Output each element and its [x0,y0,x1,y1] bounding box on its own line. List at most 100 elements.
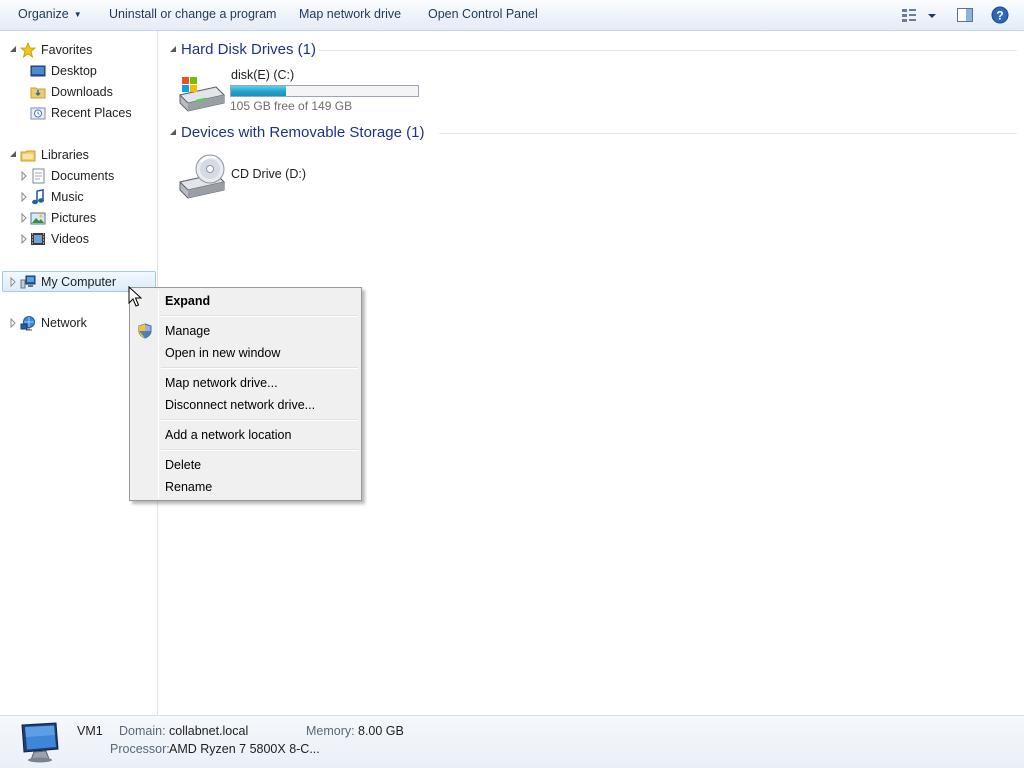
documents-icon [32,168,45,184]
svg-text:?: ? [996,9,1003,23]
recent-places-icon [30,107,46,120]
memory-label: Memory: [306,724,355,738]
nav-item-pictures[interactable]: Pictures [8,208,148,228]
nav-item-videos[interactable]: Videos [8,229,148,249]
music-note-icon [32,189,44,205]
menu-label-add-network-location: Add a network location [165,428,292,442]
menu-label-rename: Rename [165,480,213,494]
change-view-button[interactable] [901,6,939,24]
domain-value: collabnet.local [169,724,249,738]
nav-label-documents: Documents [51,169,115,183]
context-menu: Expand Manage Open in new window Map net… [129,287,362,501]
drive-c-capacity-fill [231,86,287,96]
libraries-label: Libraries [41,148,89,162]
nav-label-recent-places: Recent Places [51,106,132,120]
menu-label-manage: Manage [165,324,211,338]
drive-c-label: disk(E) (C:) [231,68,295,82]
processor-value: AMD Ryzen 7 5800X 8-C... [169,742,320,756]
menu-separator [161,367,358,369]
collapsed-arrow-icon [10,277,16,287]
nav-item-music[interactable]: Music [8,187,148,207]
nav-item-documents[interactable]: Documents [8,166,148,186]
menu-separator [161,315,358,317]
nav-item-desktop[interactable]: Desktop [8,61,148,81]
command-bar: Organize ▼ Uninstall or change a program … [0,0,1024,31]
uninstall-program-button[interactable]: Uninstall or change a program [109,7,276,21]
open-control-panel-button[interactable]: Open Control Panel [428,7,538,21]
nav-network[interactable]: Network [8,313,148,333]
collapsed-arrow-icon [10,318,16,328]
preview-pane-button[interactable] [956,6,974,24]
nav-libraries[interactable]: Libraries [8,145,148,165]
nav-label-videos: Videos [51,232,89,246]
computer-name: VM1 [77,724,103,738]
menu-item-expand[interactable]: Expand [132,290,359,312]
removable-storage-title: Devices with Removable Storage (1) [181,124,425,141]
nav-item-recent-places[interactable]: Recent Places [8,103,148,123]
cd-drive-icon [179,154,225,199]
network-icon [20,316,35,331]
help-button[interactable]: ? [991,6,1009,24]
nav-label-desktop: Desktop [51,64,97,78]
menu-separator [161,449,358,451]
expanded-arrow-icon [10,46,16,52]
expanded-arrow-icon [10,151,16,157]
view-options-icon [902,9,936,22]
collapsed-arrow-icon [21,213,27,223]
nav-label-pictures: Pictures [51,211,97,225]
domain-label: Domain: [119,724,166,738]
details-pane: VM1 Domain: collabnet.local Memory: 8.00… [0,715,1024,768]
menu-item-manage[interactable]: Manage [132,320,359,342]
menu-item-add-network-location[interactable]: Add a network location [132,424,359,446]
drive-c-free-space: 105 GB free of 149 GB [230,99,353,113]
desktop-icon [30,65,46,77]
menu-item-open-new-window[interactable]: Open in new window [132,342,359,364]
expanded-arrow-icon [170,129,176,135]
computer-icon [20,275,36,289]
menu-label-disconnect-network-drive: Disconnect network drive... [165,398,316,412]
organize-label: Organize [18,7,69,21]
menu-item-rename[interactable]: Rename [132,476,359,498]
group-header-hard-disk-drives[interactable]: Hard Disk Drives (1) [167,40,1017,60]
videos-film-icon [31,233,45,245]
pictures-icon [30,212,46,225]
menu-item-map-network-drive[interactable]: Map network drive... [132,372,359,394]
downloads-folder-icon [30,87,46,99]
nav-item-downloads[interactable]: Downloads [8,82,148,102]
map-network-drive-button[interactable]: Map network drive [299,7,401,21]
computer-monitor-icon [21,722,59,763]
nav-label-downloads: Downloads [51,85,113,99]
nav-favorites[interactable]: Favorites [8,40,148,60]
libraries-icon [20,150,36,162]
star-icon [20,42,36,58]
menu-label-delete: Delete [165,458,202,472]
hard-drive-icon [179,77,225,112]
mouse-cursor-icon [128,286,142,307]
nav-label-music: Music [51,190,84,204]
chevron-down-icon: ▼ [73,10,82,19]
group-divider [319,50,1017,51]
processor-label: Processor: [110,742,170,756]
expanded-arrow-icon [170,46,176,52]
drive-c-capacity-bar [230,85,419,97]
group-header-removable-storage[interactable]: Devices with Removable Storage (1) [167,123,1017,143]
menu-item-delete[interactable]: Delete [132,454,359,476]
menu-item-disconnect-network-drive[interactable]: Disconnect network drive... [132,394,359,416]
collapsed-arrow-icon [21,192,27,202]
uac-shield-icon [138,323,152,339]
organize-button[interactable]: Organize ▼ [18,7,82,21]
my-computer-label: My Computer [41,275,117,289]
group-divider [439,133,1017,134]
network-label: Network [41,316,87,330]
collapsed-arrow-icon [21,234,27,244]
menu-label-expand: Expand [165,294,211,308]
preview-pane-icon [957,8,973,22]
menu-label-map-network-drive: Map network drive... [165,376,278,390]
memory-value: 8.00 GB [358,724,404,738]
collapsed-arrow-icon [21,171,27,181]
cd-drive-label: CD Drive (D:) [231,167,306,181]
help-icon: ? [991,6,1009,24]
favorites-label: Favorites [41,43,93,57]
hard-disk-drives-title: Hard Disk Drives (1) [181,41,317,58]
menu-separator [161,419,358,421]
